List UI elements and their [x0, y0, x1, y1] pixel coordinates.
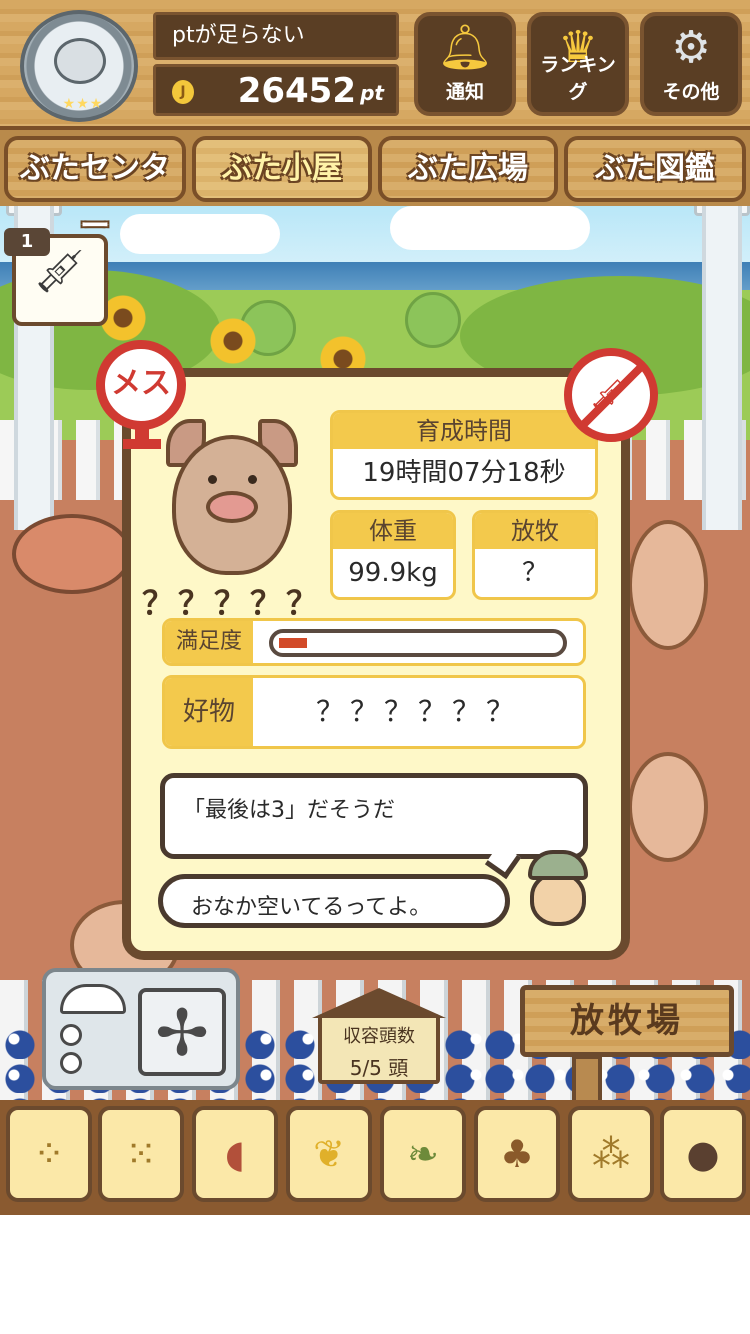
- gender-label: メス: [111, 366, 171, 401]
- capacity-value: 5/5 頭: [349, 1056, 409, 1080]
- points-value: 26452: [237, 71, 356, 111]
- tab-buta-center[interactable]: ぶたセンター: [4, 136, 186, 244]
- raising-time-value: 19時間07分18秒: [362, 458, 566, 488]
- sweet-potato-icon[interactable]: ◖: [192, 1106, 278, 1202]
- other-button[interactable]: ⚙ その他: [640, 12, 742, 116]
- farmer-hat: [528, 850, 588, 880]
- pig-eye: [248, 475, 257, 484]
- header-bar: ★★★ ptが足らない J 26452 pt 🔔︎ 通知 ♛ ランキング ⚙ そ…: [0, 0, 750, 130]
- fan-control-button[interactable]: ✢: [42, 968, 240, 1090]
- feed-trough[interactable]: [12, 514, 132, 594]
- temperature-gauge-icon: [60, 984, 126, 1014]
- farmer-avatar-icon: [522, 850, 594, 930]
- fan-icon: ✢: [138, 988, 226, 1076]
- pt-warning-label: ptが足らない: [153, 12, 399, 60]
- sign-post: [572, 1055, 602, 1105]
- female-symbol-cross: [123, 439, 161, 449]
- main-tabs: ぶたセンター ぶた小屋 ぶた広場 ぶた図鑑: [0, 130, 750, 244]
- pig-snout: [206, 491, 258, 523]
- tab-buta-hut[interactable]: ぶた小屋: [192, 136, 372, 202]
- hint-speech-bubble: 「最後は3」だそうだ: [160, 773, 588, 859]
- notification-label: 通知: [445, 81, 484, 103]
- status-text: おなか空いてるってよ。: [191, 895, 432, 920]
- bell-icon: 🔔︎: [437, 22, 493, 73]
- weight-label: 体重: [333, 513, 453, 549]
- dial-knob-icon: [60, 1024, 82, 1046]
- pasture-button[interactable]: 放牧場: [520, 985, 734, 1057]
- plate-grain-icon[interactable]: ⁂: [568, 1106, 654, 1202]
- satisfaction-fill: [279, 638, 307, 648]
- status-speech-bubble: おなか空いてるってよ。: [158, 874, 510, 928]
- player-rank-badge[interactable]: ★★★: [20, 10, 138, 122]
- ranking-label: ランキング: [540, 54, 616, 103]
- weight-card: 体重 99.9kg: [330, 510, 456, 600]
- sunflower-icon: [210, 318, 256, 364]
- satisfaction-label: 満足度: [165, 621, 253, 663]
- tree-icon: [405, 292, 461, 348]
- favorite-label: 好物: [165, 678, 253, 746]
- weight-value: 99.9kg: [348, 558, 438, 588]
- grazing-card: 放牧 ？: [472, 510, 598, 600]
- cloud: [390, 206, 590, 250]
- grazing-label: 放牧: [475, 513, 595, 549]
- cloud: [120, 214, 280, 254]
- favorite-food-row: 好物 ？？？？？？: [162, 675, 586, 749]
- hint-text: 「最後は3」だそうだ: [183, 798, 395, 823]
- raising-time-card: 育成時間 19時間07分18秒: [330, 410, 598, 500]
- points-unit: pt: [360, 81, 384, 105]
- feed-pellet-icon[interactable]: ⁘: [6, 1106, 92, 1202]
- coin-icon: J: [172, 80, 194, 104]
- satisfaction-gauge: [269, 629, 567, 657]
- farmer-face: [530, 872, 586, 926]
- beans-icon[interactable]: ❧: [380, 1106, 466, 1202]
- raising-time-label: 育成時間: [333, 413, 595, 449]
- feed-bar: ⁘ ⁙ ◖ ❦ ❧ ♣ ⁂ ●: [0, 1100, 750, 1215]
- rank-stars-icon: ★★★: [62, 96, 104, 112]
- pig-eye: [208, 475, 217, 484]
- game-view: ★★★ ptが足らない J 26452 pt 🔔︎ 通知 ♛ ランキング ⚙ そ…: [0, 0, 750, 1215]
- gear-icon: ⚙: [671, 22, 711, 73]
- ranking-button[interactable]: ♛ ランキング: [527, 12, 629, 116]
- tab-buta-plaza[interactable]: ぶた広場: [378, 136, 558, 202]
- plate-meatball-icon[interactable]: ●: [660, 1106, 746, 1202]
- no-injection-icon: 💉︎: [564, 348, 658, 442]
- feed-grain-icon[interactable]: ⁙: [98, 1106, 184, 1202]
- dial-knob-icon: [60, 1052, 82, 1074]
- background-pig[interactable]: [628, 520, 708, 650]
- corn-icon[interactable]: ❦: [286, 1106, 372, 1202]
- capacity-label: 収容頭数: [343, 1026, 415, 1047]
- other-label: その他: [662, 81, 720, 103]
- pillar-right: [702, 200, 742, 530]
- favorite-value: ？？？？？？: [315, 695, 520, 728]
- grazing-value: ？: [521, 558, 548, 588]
- capacity-board: 収容頭数 5/5 頭: [318, 1014, 440, 1084]
- pig-face-icon: [54, 38, 106, 84]
- female-gender-badge: メス: [96, 340, 186, 449]
- points-display: J 26452 pt: [153, 64, 399, 116]
- notification-button[interactable]: 🔔︎ 通知: [414, 12, 516, 116]
- injection-count-badge: 1: [4, 228, 50, 256]
- tab-buta-encyclopedia[interactable]: ぶた図鑑: [564, 136, 746, 202]
- satisfaction-row: 満足度: [162, 618, 586, 666]
- background-pig[interactable]: [628, 752, 708, 862]
- app-screen: ★★★ ptが足らない J 26452 pt 🔔︎ 通知 ♛ ランキング ⚙ そ…: [0, 0, 750, 1334]
- pig-portrait[interactable]: [162, 415, 302, 585]
- acorn-icon[interactable]: ♣: [474, 1106, 560, 1202]
- capacity-sign: 収容頭数 5/5 頭: [312, 988, 446, 1086]
